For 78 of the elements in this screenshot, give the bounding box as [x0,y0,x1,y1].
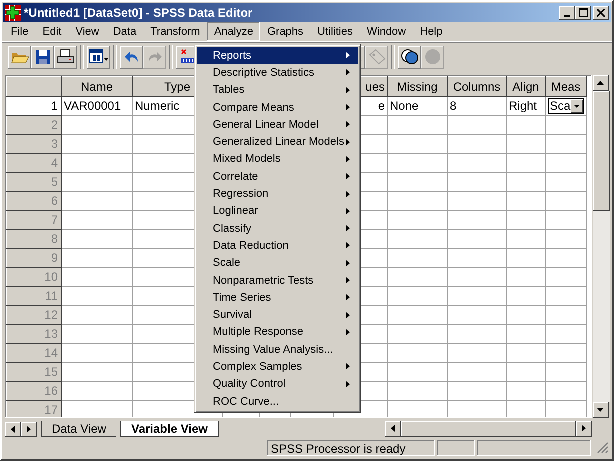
menu-item[interactable]: Help [413,22,450,41]
circles-icon[interactable] [398,46,421,68]
menu-item[interactable]: Transform [144,22,208,41]
scroll-right-button[interactable] [21,422,37,436]
scrollbar-thumb[interactable] [593,91,610,211]
column-header: ues [366,80,385,94]
minimize-button[interactable] [559,6,575,20]
scroll-up-icon[interactable] [597,80,605,86]
scrollbar-thumb[interactable] [401,421,576,437]
save-icon[interactable] [31,46,54,68]
menu-item[interactable]: General Linear Model [197,116,358,134]
column-header: Align [512,80,540,94]
table-cell: Right [509,99,538,113]
close-button[interactable] [593,6,609,20]
scroll-left-icon[interactable] [390,425,396,433]
menu-item[interactable]: View [68,22,106,41]
dropdown-arrow-icon[interactable] [571,100,583,112]
column-header: Meas [551,80,581,94]
menu-item[interactable]: Compare Means [197,98,358,116]
grid-plus-icon [5,4,21,20]
scroll-down-icon[interactable] [597,408,605,412]
right-arrow-icon [27,426,31,432]
menu-item[interactable]: Window [360,22,414,41]
menu-item[interactable]: Complex Samples [197,358,358,376]
menu-item[interactable]: Graphs [260,22,311,41]
window-title: *Untitled1 [DataSet0] - SPSS Data Editor [24,6,254,20]
status-pane [437,440,475,456]
close-icon [597,8,605,16]
print-icon[interactable] [54,46,77,68]
menu-item[interactable]: Data [106,22,144,41]
menu-item[interactable]: Analyze [207,22,260,41]
table-cell: VAR00001 [64,99,122,113]
minimize-icon [564,14,570,16]
menu-item[interactable]: Classify [197,220,358,238]
menu-item[interactable]: Missing Value Analysis... [197,341,358,358]
resize-grip-icon [597,442,609,454]
menu-item[interactable]: Quality Control [197,376,358,393]
open-folder-icon[interactable] [8,46,31,68]
left-arrow-icon [11,426,15,432]
table-cell: Numeric [135,99,180,113]
measure-dropdown[interactable]: Sca [548,98,584,114]
menu-item[interactable]: Generalized Linear Models [197,133,358,151]
maximize-icon [578,8,588,17]
column-header: Name [80,80,113,94]
table-cell: e [378,99,385,113]
menu-item[interactable]: Correlate [197,168,358,186]
menu-item[interactable]: Multiple Response [197,324,358,342]
menu-item[interactable]: Loglinear [197,202,358,220]
table-cell: 8 [450,99,457,113]
menu-item[interactable]: Scale [197,254,358,272]
menu-item[interactable]: Regression [197,185,358,203]
column-header: Columns [453,80,501,94]
row-header[interactable]: 1 [6,96,62,116]
maximize-button[interactable] [575,6,591,20]
menu-item[interactable]: File [4,22,36,41]
column-header: Missing [397,80,438,94]
menu-item[interactable]: Tables [197,82,358,99]
table-cell: None [390,99,419,113]
menu-item[interactable]: Data Reduction [197,237,358,255]
sheet-tab[interactable]: Variable View [120,421,219,437]
scroll-left-button[interactable] [5,422,21,436]
menu-item[interactable]: Edit [36,22,69,41]
status-message: SPSS Processor is ready [267,440,435,456]
undo-icon[interactable] [120,46,143,68]
menu-item[interactable]: Mixed Models [197,150,358,168]
menu-item[interactable]: Nonparametric Tests [197,272,358,290]
sheet-tab[interactable]: Data View [41,421,116,437]
menu-item[interactable]: ROC Curve... [197,392,358,410]
dialog-window-icon[interactable] [87,46,110,68]
horizontal-scrollbar[interactable] [385,421,592,437]
menu-item[interactable]: Descriptive Statistics [197,64,358,82]
menu-item[interactable]: Survival [197,306,358,324]
menu-item[interactable]: Time Series [197,289,358,306]
menu-item[interactable]: Utilities [310,22,360,41]
scroll-right-icon[interactable] [582,425,586,433]
column-header: Type [164,80,190,94]
vertical-scrollbar[interactable] [593,75,610,418]
menu-item[interactable]: Reports [197,47,358,64]
